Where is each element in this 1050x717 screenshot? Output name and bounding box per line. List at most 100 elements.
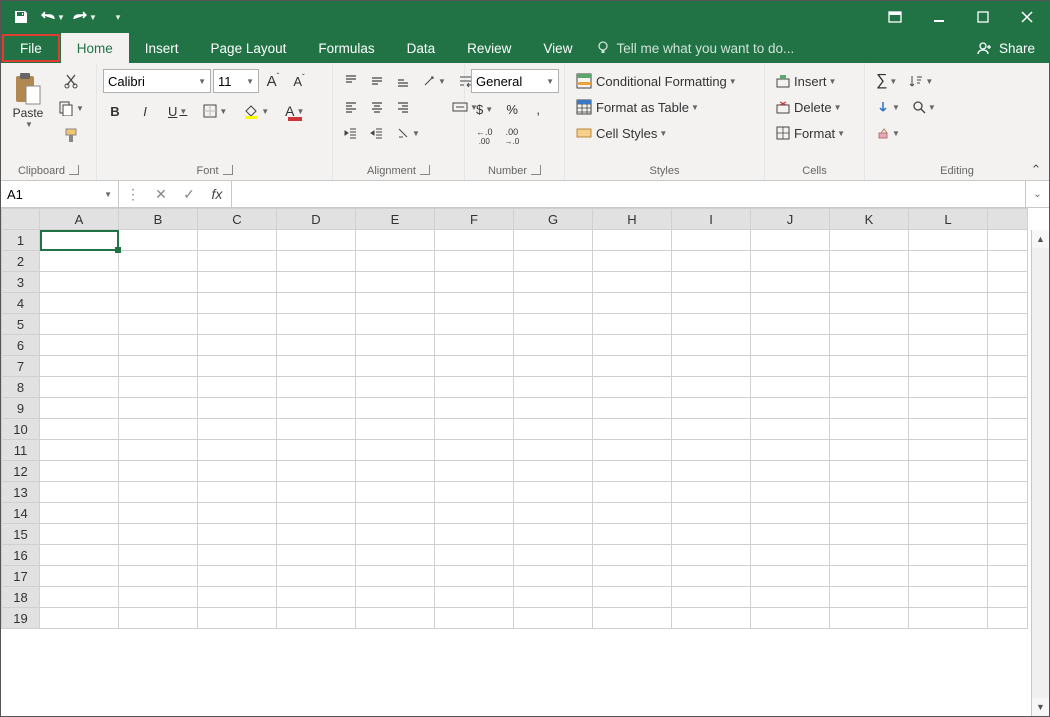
column-header[interactable]: E (356, 209, 435, 230)
row-header[interactable]: 13 (2, 482, 40, 503)
cell[interactable] (830, 503, 909, 524)
cell[interactable] (119, 398, 198, 419)
cell[interactable] (356, 251, 435, 272)
cell[interactable] (909, 314, 988, 335)
cell[interactable] (672, 293, 751, 314)
decrease-decimal-button[interactable]: .00→.0 (500, 125, 525, 149)
cell[interactable] (40, 587, 119, 608)
increase-indent-button[interactable] (365, 121, 389, 145)
cell[interactable] (988, 587, 1028, 608)
column-header[interactable]: J (751, 209, 830, 230)
cell[interactable] (751, 377, 830, 398)
cell[interactable] (277, 524, 356, 545)
cell[interactable] (356, 314, 435, 335)
tab-home[interactable]: Home (61, 33, 129, 63)
column-header[interactable]: F (435, 209, 514, 230)
tab-insert[interactable]: Insert (129, 33, 195, 63)
format-painter-button[interactable] (53, 123, 89, 147)
cell[interactable] (909, 566, 988, 587)
cell[interactable] (514, 314, 593, 335)
cell[interactable] (751, 566, 830, 587)
cell[interactable] (435, 545, 514, 566)
cell[interactable] (119, 419, 198, 440)
cell[interactable] (277, 314, 356, 335)
cell[interactable] (435, 419, 514, 440)
cell[interactable] (830, 356, 909, 377)
cell[interactable] (356, 272, 435, 293)
row-header[interactable]: 2 (2, 251, 40, 272)
cell[interactable] (435, 335, 514, 356)
cell[interactable] (435, 608, 514, 629)
align-left-button[interactable] (339, 95, 363, 119)
decrease-indent-button[interactable] (339, 121, 363, 145)
cell[interactable] (830, 314, 909, 335)
cell[interactable] (356, 230, 435, 251)
cell[interactable] (119, 230, 198, 251)
cut-button[interactable] (53, 69, 89, 93)
cell[interactable] (40, 524, 119, 545)
cell[interactable] (988, 482, 1028, 503)
cell[interactable] (830, 461, 909, 482)
cell[interactable] (988, 314, 1028, 335)
font-size-select[interactable]: 11▼ (213, 69, 259, 93)
cell[interactable] (356, 293, 435, 314)
expand-formula-bar-button[interactable]: ⌄ (1025, 181, 1049, 207)
cell[interactable] (119, 293, 198, 314)
cell[interactable] (514, 587, 593, 608)
cell[interactable] (909, 335, 988, 356)
options-button[interactable]: ⋮ (119, 181, 147, 207)
cell[interactable] (198, 524, 277, 545)
cell[interactable] (277, 356, 356, 377)
cell[interactable] (40, 440, 119, 461)
cell[interactable] (119, 482, 198, 503)
row-header[interactable]: 3 (2, 272, 40, 293)
cell[interactable] (119, 503, 198, 524)
cell[interactable] (751, 251, 830, 272)
cell[interactable] (356, 545, 435, 566)
cell[interactable] (593, 335, 672, 356)
font-color-button[interactable]: A▼ (280, 99, 309, 123)
row-header[interactable]: 7 (2, 356, 40, 377)
customize-qat-button[interactable]: ▾ (103, 3, 131, 31)
cell[interactable] (751, 314, 830, 335)
tab-data[interactable]: Data (391, 33, 452, 63)
cell[interactable] (593, 398, 672, 419)
cell[interactable] (988, 335, 1028, 356)
cell[interactable] (672, 251, 751, 272)
cell[interactable] (909, 251, 988, 272)
cell[interactable] (751, 230, 830, 251)
column-header[interactable]: K (830, 209, 909, 230)
cell[interactable] (672, 356, 751, 377)
cell[interactable] (119, 608, 198, 629)
cell[interactable] (909, 608, 988, 629)
cell[interactable] (830, 377, 909, 398)
cell[interactable] (751, 293, 830, 314)
cell[interactable] (277, 482, 356, 503)
cell[interactable] (514, 482, 593, 503)
cell[interactable] (119, 587, 198, 608)
cell[interactable] (593, 377, 672, 398)
cell[interactable] (830, 230, 909, 251)
column-header[interactable] (988, 209, 1028, 230)
cell[interactable] (435, 440, 514, 461)
cell[interactable] (909, 545, 988, 566)
fill-color-button[interactable]: ▼ (238, 99, 274, 123)
cell[interactable] (909, 524, 988, 545)
cell[interactable] (830, 545, 909, 566)
cell[interactable] (988, 461, 1028, 482)
cell[interactable] (40, 419, 119, 440)
format-as-table-button[interactable]: Format as Table▼ (571, 95, 759, 119)
comma-style-button[interactable]: , (526, 97, 550, 121)
sort-filter-button[interactable]: ▼ (904, 69, 938, 93)
cell[interactable] (593, 566, 672, 587)
cell[interactable] (672, 272, 751, 293)
cell[interactable] (830, 335, 909, 356)
cell[interactable] (830, 440, 909, 461)
cell[interactable] (909, 272, 988, 293)
percent-style-button[interactable]: % (500, 97, 524, 121)
cell[interactable] (277, 503, 356, 524)
cell[interactable] (198, 272, 277, 293)
italic-button[interactable]: I (133, 99, 157, 123)
cell[interactable] (356, 335, 435, 356)
font-name-select[interactable]: Calibri▼ (103, 69, 211, 93)
